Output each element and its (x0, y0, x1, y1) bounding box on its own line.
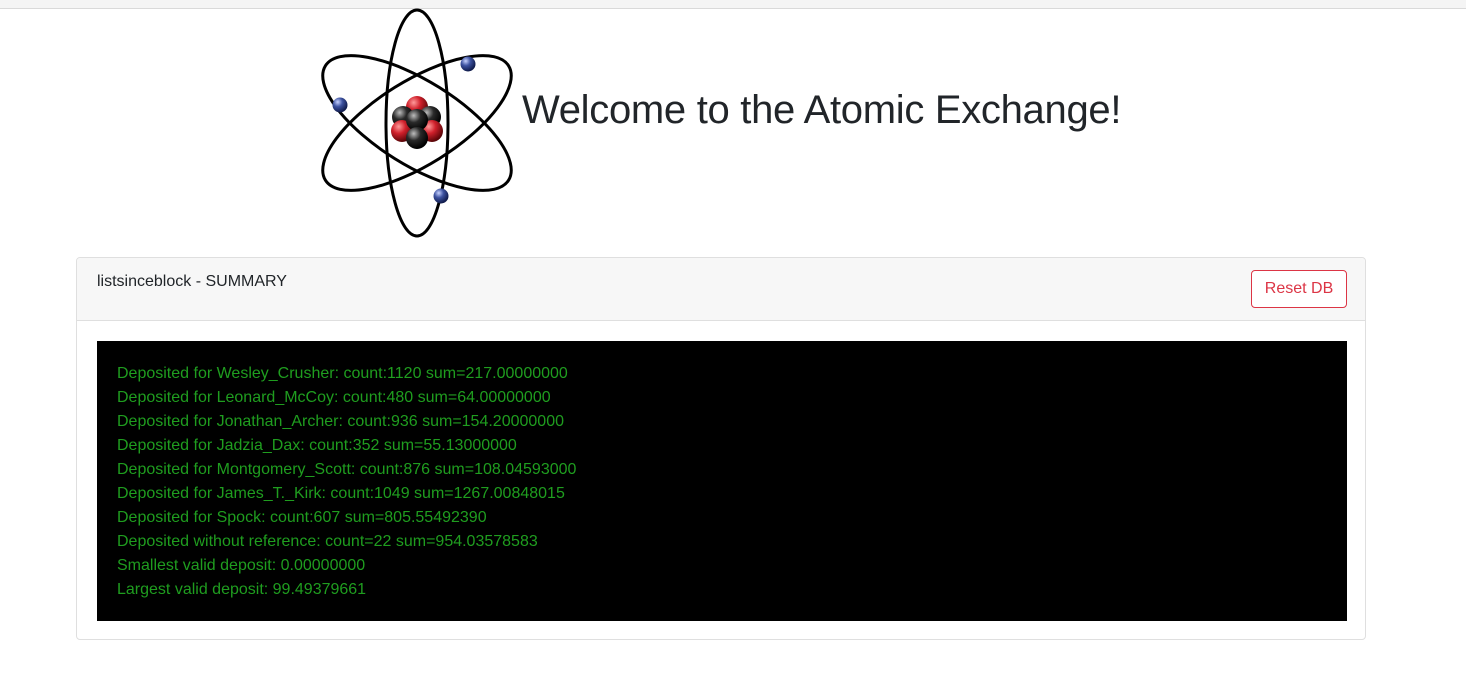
console-line: Deposited for Wesley_Crusher: count:1120… (117, 365, 568, 382)
console-line: Largest valid deposit: 99.49379661 (117, 581, 367, 598)
console-output: Deposited for Wesley_Crusher: count:1120… (97, 341, 1347, 621)
console-line: Deposited for Jadzia_Dax: count:352 sum=… (117, 437, 517, 454)
page-title: Welcome to the Atomic Exchange! (522, 88, 1122, 132)
console-line: Deposited for James_T._Kirk: count:1049 … (117, 485, 565, 502)
console-line: Deposited for Leonard_McCoy: count:480 s… (117, 389, 551, 406)
reset-db-button[interactable]: Reset DB (1251, 270, 1347, 308)
console-line: Deposited for Spock: count:607 sum=805.5… (117, 509, 487, 526)
card-title: listsinceblock - SUMMARY (97, 273, 287, 290)
console-line: Deposited for Montgomery_Scott: count:87… (117, 461, 577, 478)
console-line: Smallest valid deposit: 0.00000000 (117, 557, 366, 574)
atom-icon (321, 8, 513, 238)
console-line: Deposited for Jonathan_Archer: count:936… (117, 413, 564, 430)
page-header: Welcome to the Atomic Exchange! (0, 0, 1466, 250)
console-line: Deposited without reference: count=22 su… (117, 533, 538, 550)
summary-card: listsinceblock - SUMMARY Reset DB Deposi… (76, 257, 1366, 640)
card-header: listsinceblock - SUMMARY Reset DB (77, 258, 1365, 321)
